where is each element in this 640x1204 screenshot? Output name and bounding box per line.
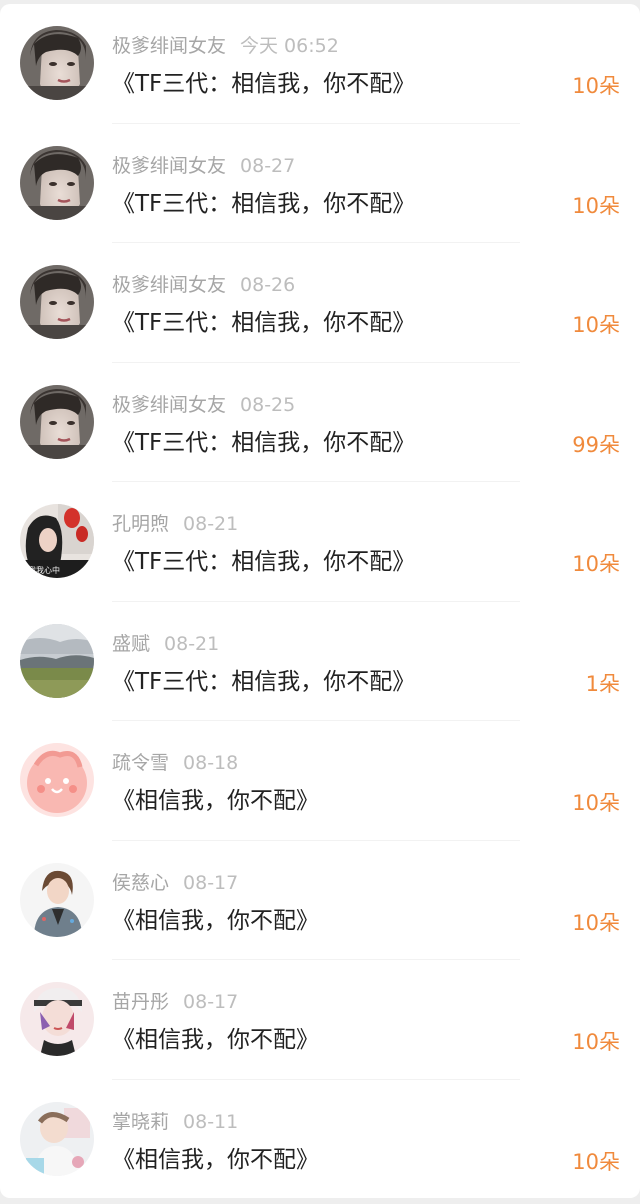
- timestamp: 08-17: [183, 871, 239, 894]
- timestamp: 08-17: [183, 991, 239, 1013]
- flower-count: 10朵: [572, 552, 620, 576]
- meta-line: 孔明煦 08-21: [112, 511, 238, 537]
- list-item[interactable]: 盛赋 08-21 《TF三代：相信我，你不配》 1朵: [0, 602, 640, 721]
- list-item[interactable]: 极爹绯闻女友 今天 06:52 《TF三代：相信我，你不配》 10朵: [0, 4, 640, 124]
- avatar-anime-girl-jacket[interactable]: [20, 862, 94, 937]
- timestamp: 08-21: [164, 632, 220, 655]
- work-title[interactable]: 《TF三代：相信我，你不配》: [112, 68, 415, 100]
- avatar-male-portrait[interactable]: [20, 384, 94, 459]
- flower-count: 1朵: [585, 671, 620, 696]
- timestamp: 08-18: [183, 752, 239, 774]
- avatar-male-portrait[interactable]: [20, 265, 94, 339]
- meta-line: 侯慈心 08-17: [112, 870, 238, 896]
- list-item[interactable]: 极爹绯闻女友 08-25 《TF三代：相信我，你不配》 99朵: [0, 363, 640, 482]
- avatar-girl-with-lantern[interactable]: 我我心中: [20, 504, 94, 578]
- avatar-pink-cartoon[interactable]: [20, 743, 94, 817]
- timestamp: 08-26: [240, 274, 296, 296]
- work-title[interactable]: 《相信我，你不配》: [112, 905, 319, 937]
- meta-line: 苗丹彤 08-17: [112, 989, 238, 1015]
- work-title[interactable]: 《TF三代：相信我，你不配》: [112, 307, 415, 339]
- flower-count: 99朵: [572, 432, 620, 457]
- timestamp: 08-25: [240, 393, 296, 416]
- work-title[interactable]: 《相信我，你不配》: [112, 785, 319, 817]
- user-name[interactable]: 极爹绯闻女友: [112, 35, 226, 57]
- timestamp: 08-21: [183, 513, 239, 535]
- list-item[interactable]: 苗丹彤 08-17 《相信我，你不配》 10朵: [0, 960, 640, 1080]
- work-title[interactable]: 《相信我，你不配》: [112, 1024, 319, 1056]
- meta-line: 掌晓莉 08-11: [112, 1109, 238, 1135]
- meta-line: 盛赋 08-21: [112, 631, 219, 657]
- list-item[interactable]: 疏令雪 08-18 《相信我，你不配》 10朵: [0, 721, 640, 841]
- user-name[interactable]: 极爹绯闻女友: [112, 394, 226, 416]
- svg-text:我我心中: 我我心中: [28, 565, 60, 575]
- user-name[interactable]: 侯慈心: [112, 872, 169, 894]
- work-title[interactable]: 《相信我，你不配》: [112, 1144, 319, 1176]
- avatar-baby-photo[interactable]: [20, 1101, 94, 1176]
- avatar-anime-boy-headband[interactable]: [20, 982, 94, 1056]
- flower-count: 10朵: [572, 910, 620, 935]
- work-title[interactable]: 《TF三代：相信我，你不配》: [112, 666, 415, 698]
- user-name[interactable]: 掌晓莉: [112, 1111, 169, 1133]
- list-item[interactable]: 极爹绯闻女友 08-27 《TF三代：相信我，你不配》 10朵: [0, 124, 640, 243]
- avatar-male-portrait[interactable]: [20, 26, 94, 100]
- user-name[interactable]: 疏令雪: [112, 752, 169, 774]
- user-name[interactable]: 孔明煦: [112, 513, 169, 535]
- flower-count: 10朵: [572, 791, 620, 815]
- meta-line: 极爹绯闻女友 今天 06:52: [112, 33, 339, 59]
- meta-line: 极爹绯闻女友 08-26: [112, 272, 295, 298]
- flower-count: 10朵: [572, 193, 620, 218]
- meta-line: 极爹绯闻女友 08-27: [112, 153, 295, 179]
- work-title[interactable]: 《TF三代：相信我，你不配》: [112, 427, 415, 459]
- timestamp: 今天 06:52: [240, 35, 339, 57]
- avatar-male-portrait[interactable]: [20, 145, 94, 220]
- user-name[interactable]: 极爹绯闻女友: [112, 274, 226, 296]
- gift-record-list: 极爹绯闻女友 今天 06:52 《TF三代：相信我，你不配》 10朵 极爹绯闻女友…: [0, 4, 640, 1198]
- work-title[interactable]: 《TF三代：相信我，你不配》: [112, 188, 415, 220]
- timestamp: 08-11: [183, 1110, 239, 1133]
- user-name[interactable]: 苗丹彤: [112, 991, 169, 1013]
- timestamp: 08-27: [240, 154, 296, 177]
- meta-line: 极爹绯闻女友 08-25: [112, 392, 295, 418]
- meta-line: 疏令雪 08-18: [112, 750, 238, 776]
- user-name[interactable]: 极爹绯闻女友: [112, 155, 226, 177]
- work-title[interactable]: 《TF三代：相信我，你不配》: [112, 546, 415, 578]
- list-item[interactable]: 我我心中 孔明煦 08-21 《TF三代：相信我，你不配》 10朵: [0, 482, 640, 602]
- list-item[interactable]: 侯慈心 08-17 《相信我，你不配》 10朵: [0, 841, 640, 960]
- flower-count: 10朵: [572, 313, 620, 337]
- flower-count: 10朵: [572, 74, 620, 98]
- list-item[interactable]: 极爹绯闻女友 08-26 《TF三代：相信我，你不配》 10朵: [0, 243, 640, 363]
- list-item[interactable]: 掌晓莉 08-11 《相信我，你不配》 10朵: [0, 1080, 640, 1199]
- gift-record-card: 极爹绯闻女友 今天 06:52 《TF三代：相信我，你不配》 10朵 极爹绯闻女友…: [0, 4, 640, 1198]
- flower-count: 10朵: [572, 1030, 620, 1054]
- flower-count: 10朵: [572, 1149, 620, 1174]
- user-name[interactable]: 盛赋: [112, 633, 150, 655]
- avatar-grassland-landscape[interactable]: [20, 623, 94, 698]
